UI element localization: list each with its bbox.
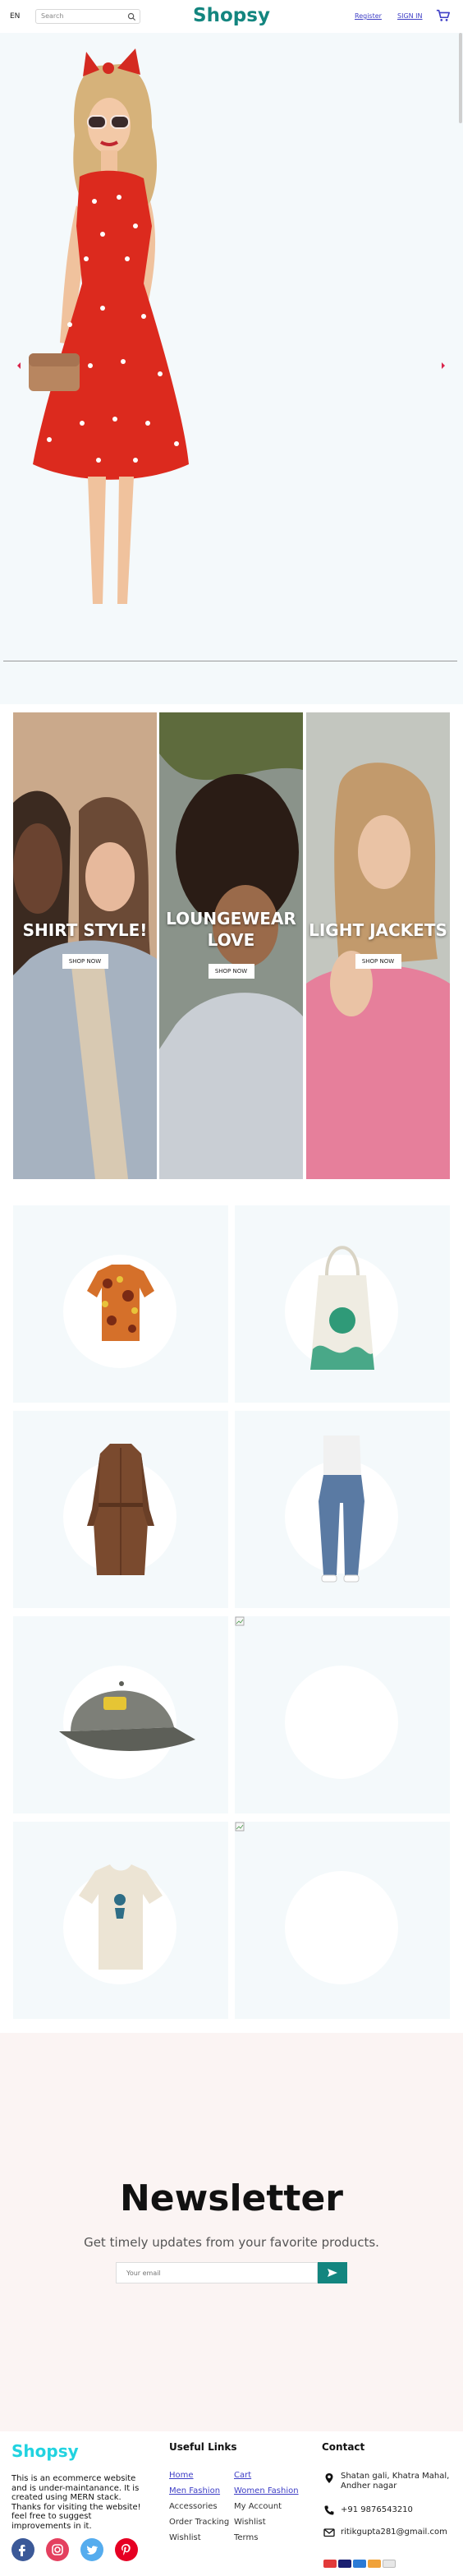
contact-phone: +91 9876543210 <box>341 2505 413 2514</box>
product-card[interactable] <box>235 1411 450 1608</box>
carousel-next-icon[interactable] <box>438 360 449 371</box>
pinterest-icon[interactable] <box>115 2538 138 2561</box>
product-card[interactable] <box>13 1411 228 1608</box>
product-card[interactable] <box>13 1616 228 1813</box>
payment-card-icon <box>338 2560 351 2568</box>
category-title: LOUNGEWEAR LOVE <box>166 909 296 950</box>
baseball-cap-icon <box>59 1681 195 1751</box>
shop-now-button[interactable]: SHOP NOW <box>62 954 108 969</box>
phone-icon <box>324 2505 334 2515</box>
footer-link-wishlist[interactable]: Wishlist <box>234 2518 266 2527</box>
category-title: SHIRT STYLE! <box>22 920 148 940</box>
hero-carousel <box>0 33 463 704</box>
category-card[interactable]: SHIRT STYLE! SHOP NOW <box>13 712 157 1179</box>
site-logo[interactable]: Shopsy <box>0 5 463 26</box>
footer-logo[interactable]: Shopsy <box>11 2441 79 2461</box>
broken-image-icon <box>235 1616 245 1626</box>
tshirt-icon <box>79 1864 163 1970</box>
site-footer: Shopsy This is an ecommerce website and … <box>0 2431 463 2576</box>
footer-link-order-tracking[interactable]: Order Tracking <box>169 2518 229 2527</box>
payment-card-icon <box>323 2560 337 2568</box>
payment-card-icon <box>353 2560 366 2568</box>
product-card[interactable] <box>13 1205 228 1403</box>
twitter-icon[interactable] <box>80 2538 103 2561</box>
cart-icon[interactable] <box>436 8 451 23</box>
category-card[interactable]: LOUNGEWEAR LOVE SHOP NOW <box>159 712 303 1179</box>
footer-link-my-account[interactable]: My Account <box>234 2502 282 2511</box>
location-pin-icon <box>325 2473 333 2483</box>
facebook-icon[interactable] <box>11 2538 34 2561</box>
footer-link-wishlist[interactable]: Wishlist <box>169 2533 201 2542</box>
scrollbar[interactable] <box>459 33 462 123</box>
contact-address: Shatan gali, Khatra Mahal, Andher nagar <box>341 2472 450 2491</box>
category-title: LIGHT JACKETS <box>309 920 447 940</box>
instagram-icon[interactable] <box>46 2538 69 2561</box>
category-image <box>306 712 450 1179</box>
contact-email: ritikgupta281@gmail.com <box>341 2528 447 2537</box>
broken-image-icon <box>235 1822 245 1832</box>
hero-model-image <box>29 48 189 604</box>
printed-shirt-icon <box>87 1265 154 1341</box>
jeans-model-icon <box>319 1435 364 1583</box>
shop-now-button[interactable]: SHOP NOW <box>208 964 254 979</box>
footer-link-women-fashion[interactable]: Women Fashion <box>234 2486 299 2495</box>
footer-description: This is an ecommerce website and is unde… <box>11 2474 141 2531</box>
product-circle <box>285 1666 398 1779</box>
payment-card-icon <box>383 2560 396 2568</box>
category-card[interactable]: LIGHT JACKETS SHOP NOW <box>306 712 450 1179</box>
useful-links-title: Useful Links <box>169 2441 237 2453</box>
footer-link-home[interactable]: Home <box>169 2471 194 2480</box>
category-image <box>13 712 157 1179</box>
product-circle <box>285 1871 398 1984</box>
newsletter-subtitle: Get timely updates from your favorite pr… <box>84 2235 379 2250</box>
email-icon <box>323 2528 335 2537</box>
contact-title: Contact <box>322 2441 365 2453</box>
product-card[interactable] <box>235 1205 450 1403</box>
top-navbar: EN Search Shopsy Register SIGN IN <box>0 0 463 33</box>
newsletter-title: Newsletter <box>119 2177 344 2219</box>
signin-link[interactable]: SIGN IN <box>397 12 423 20</box>
carousel-prev-icon[interactable] <box>13 360 25 371</box>
shop-now-button[interactable]: SHOP NOW <box>355 954 401 969</box>
send-icon <box>328 2269 337 2277</box>
footer-link-accessories[interactable]: Accessories <box>169 2502 218 2511</box>
register-link[interactable]: Register <box>355 12 382 20</box>
product-card[interactable] <box>13 1822 228 2019</box>
newsletter-section: Newsletter Get timely updates from your … <box>0 2033 463 2431</box>
product-card[interactable] <box>235 1616 450 1813</box>
footer-link-terms[interactable]: Terms <box>234 2533 258 2542</box>
subscribe-button[interactable] <box>318 2262 347 2283</box>
trench-coat-icon <box>87 1444 154 1575</box>
tote-bag-icon <box>310 1246 374 1370</box>
product-card[interactable] <box>235 1822 450 2019</box>
footer-link-men-fashion[interactable]: Men Fashion <box>169 2486 220 2495</box>
footer-link-cart[interactable]: Cart <box>234 2471 251 2480</box>
payment-card-icon <box>368 2560 381 2568</box>
email-field[interactable] <box>116 2262 318 2283</box>
